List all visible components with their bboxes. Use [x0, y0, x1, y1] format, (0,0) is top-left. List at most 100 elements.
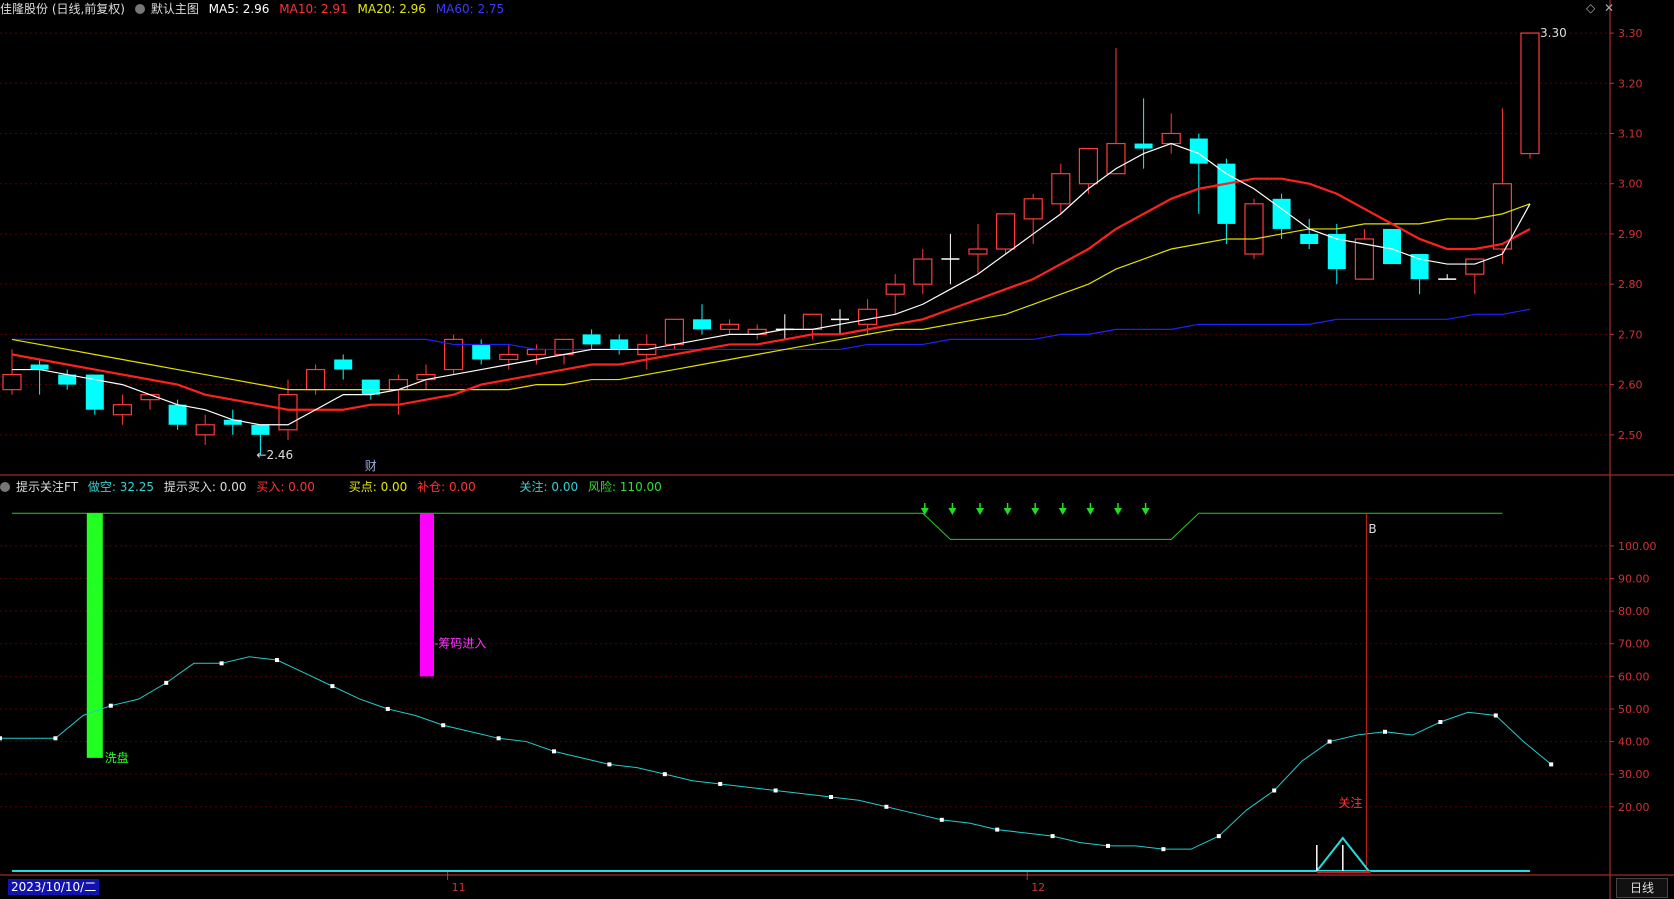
- price-axis-label: 3.00: [1618, 178, 1643, 191]
- cursor-date: 2023/10/10/二: [8, 879, 100, 895]
- price-axis-label: 2.70: [1618, 328, 1643, 341]
- ind-axis-label: 50.00: [1618, 703, 1650, 716]
- indicator-marker: [1272, 788, 1277, 793]
- down-arrow-icon: [1114, 508, 1122, 515]
- dropdown-circle-icon[interactable]: [0, 481, 10, 492]
- down-arrow-icon: [948, 508, 957, 515]
- close-icon[interactable]: ✕: [1604, 1, 1614, 15]
- b-signal-label: B: [1368, 522, 1376, 536]
- ind-axis-label: 90.00: [1618, 573, 1650, 586]
- down-arrow-icon: [1031, 508, 1040, 515]
- indicator-marker: [1493, 713, 1498, 718]
- candle-body: [802, 313, 823, 330]
- candle-body: [2, 373, 22, 391]
- indicator-marker: [330, 684, 335, 689]
- zuokong-value: 做空: 32.25: [87, 480, 155, 494]
- period-tab-daily[interactable]: 日线: [1616, 878, 1668, 898]
- indicator-marker: [53, 736, 58, 741]
- down-arrow-icon: [1058, 508, 1067, 515]
- candle-body: [857, 308, 878, 325]
- indicator-marker: [552, 749, 556, 754]
- indicator-marker: [829, 795, 833, 799]
- ma20-line: [11, 203, 1531, 391]
- candle-body: [995, 213, 1016, 250]
- candle-body: [610, 339, 629, 350]
- candle-body: [1300, 233, 1319, 244]
- candle-body: [1244, 203, 1264, 255]
- ma5-value: MA5: 2.96: [208, 2, 270, 16]
- indicator-name[interactable]: 提示关注FT: [16, 480, 78, 494]
- price-axis-label: 2.60: [1618, 379, 1643, 392]
- indicator-marker: [662, 772, 667, 777]
- indicator-marker: [1383, 729, 1387, 734]
- candle-body: [1217, 163, 1236, 224]
- indicator-marker: [995, 827, 1000, 832]
- ind-axis-label: 100.00: [1618, 540, 1657, 553]
- candle-body: [526, 348, 547, 356]
- indicator-header: 提示关注FT 做空: 32.25 提示买入: 0.00 买入: 0.00 买点:…: [0, 479, 668, 495]
- main-chart-header: 佳隆股份 (日线,前复权) 默认主图 MA5: 2.96 MA10: 2.91 …: [0, 1, 510, 17]
- diamond-icon[interactable]: ◇: [1586, 1, 1595, 15]
- ind-axis-label: 70.00: [1618, 638, 1650, 651]
- price-axis-label: 3.20: [1618, 77, 1643, 90]
- down-arrow-icon: [1141, 508, 1150, 515]
- price-axis-label: 2.90: [1618, 228, 1643, 241]
- candle-body: [968, 248, 988, 255]
- candle-body: [913, 258, 933, 285]
- choumajinru-label: -筹码进入: [434, 637, 486, 651]
- ind-axis-label: 60.00: [1618, 670, 1650, 683]
- tishimairu-value: 提示买入: 0.00: [163, 480, 247, 494]
- indicator-marker: [496, 736, 501, 741]
- indicator-marker: [164, 680, 169, 685]
- candle-body: [334, 359, 353, 370]
- candle-body: [472, 344, 491, 360]
- low-price-annotation: ←2.46: [256, 448, 293, 462]
- price-axis-label: 3.30: [1618, 27, 1643, 40]
- candle-body: [388, 378, 408, 391]
- template-name[interactable]: 默认主图: [151, 2, 199, 16]
- candle-body: [1383, 228, 1401, 265]
- candle-body: [251, 424, 270, 435]
- cai-marker: 财: [365, 459, 377, 473]
- indicator-marker: [939, 817, 944, 822]
- choumajinru-bar: [420, 513, 434, 677]
- price-axis-label: 2.50: [1618, 429, 1643, 442]
- down-arrow-icon: [920, 508, 929, 515]
- indicator-marker: [1327, 739, 1332, 744]
- candle-body: [361, 379, 380, 395]
- indicator-marker: [1438, 720, 1443, 724]
- ind-axis-label: 20.00: [1618, 801, 1650, 814]
- indicator-marker: [1050, 834, 1055, 839]
- candle-body: [112, 404, 133, 416]
- candle-body: [195, 424, 215, 436]
- guanzhu-label: 关注: [1338, 795, 1362, 810]
- candle-body: [664, 318, 685, 346]
- candle-body: [1520, 32, 1540, 155]
- indicator-marker: [441, 723, 446, 728]
- candle-body: [885, 283, 905, 295]
- ma60-line: [12, 308, 1531, 351]
- candle-body: [499, 353, 519, 361]
- ind-axis-label: 40.00: [1618, 736, 1650, 749]
- down-arrow-icon: [1086, 508, 1095, 515]
- ma10-line: [11, 177, 1531, 411]
- ind-axis-label: 80.00: [1618, 605, 1650, 618]
- stock-name: 佳隆股份 (日线,前复权): [0, 2, 125, 16]
- indicator-marker: [0, 736, 2, 741]
- candle-body: [1051, 173, 1071, 205]
- mairu-value: 买入: 0.00: [256, 480, 315, 494]
- price-axis-label: 2.80: [1618, 278, 1643, 291]
- ma10-value: MA10: 2.91: [279, 2, 348, 16]
- date-label: 11: [452, 881, 466, 894]
- date-label: 12: [1031, 881, 1045, 894]
- candle-body: [693, 319, 711, 330]
- down-arrow-icon: [1003, 508, 1012, 515]
- indicator-marker: [1549, 762, 1554, 767]
- kline-chart[interactable]: 3.30 3.20 3.10 3.00 2.90 2.80 2.70 2.60 2.50 100.…: [0, 0, 1674, 899]
- indicator-marker: [275, 658, 279, 663]
- dropdown-circle-icon[interactable]: [134, 3, 145, 14]
- indicator-marker: [219, 661, 224, 666]
- price-axis-label: 3.10: [1618, 128, 1643, 141]
- candle-body: [306, 368, 326, 391]
- candles: [2, 32, 1540, 455]
